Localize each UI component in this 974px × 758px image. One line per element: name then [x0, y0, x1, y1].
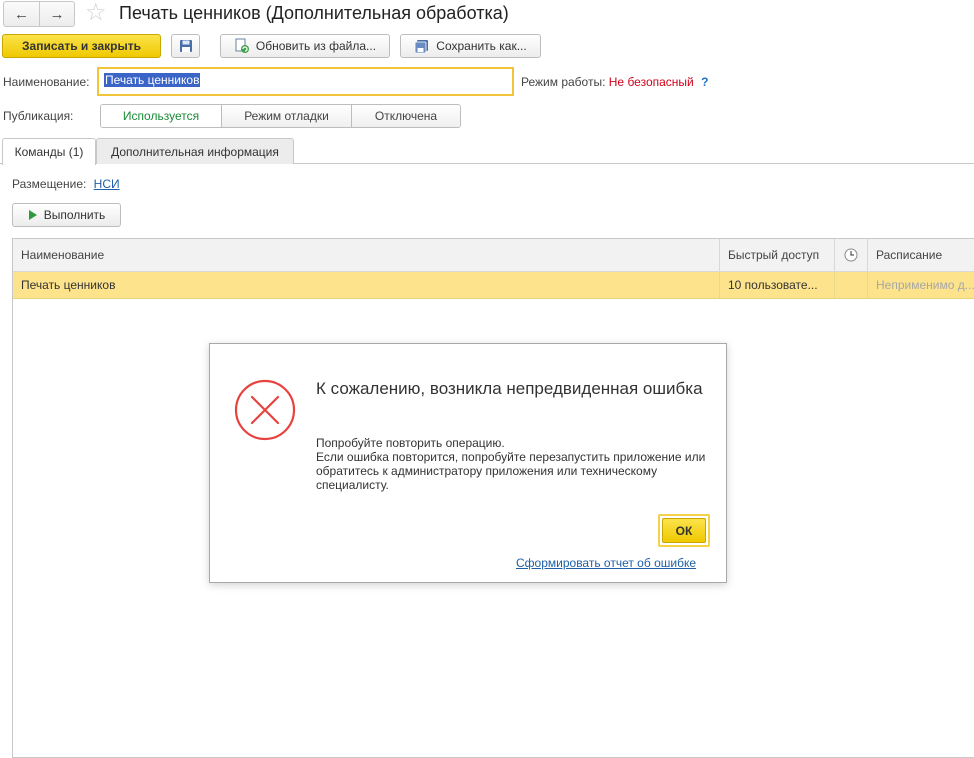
cell-clock — [835, 272, 868, 298]
cell-quick-access: 10 пользовате... — [720, 272, 835, 298]
error-x-icon — [234, 379, 296, 441]
publication-option-disabled[interactable]: Отключена — [351, 105, 460, 127]
mode-value[interactable]: Не безопасный — [609, 75, 694, 89]
star-icon[interactable]: ☆ — [85, 0, 107, 26]
name-input-value: Печать ценников — [104, 73, 201, 87]
publication-option-debug[interactable]: Режим отладки — [221, 105, 351, 127]
save-button[interactable] — [171, 34, 200, 58]
dialog-message-line1: Попробуйте повторить операцию. — [316, 436, 505, 450]
back-button[interactable]: ← — [4, 2, 39, 26]
save-as-button[interactable]: Сохранить как... — [400, 34, 541, 58]
tab-additional-info-label: Дополнительная информация — [111, 144, 279, 159]
column-header-name[interactable]: Наименование — [13, 239, 720, 271]
dialog-title: К сожалению, возникла непредвиденная оши… — [316, 379, 703, 398]
placement-line: Размещение: НСИ — [12, 176, 120, 192]
placement-link[interactable]: НСИ — [94, 177, 120, 191]
name-label: Наименование: — [3, 75, 90, 89]
mode-label: Режим работы: — [521, 75, 606, 89]
save-and-close-button[interactable]: Записать и закрыть — [2, 34, 161, 58]
dialog-message-line2: Если ошибка повторится, попробуйте перез… — [316, 450, 706, 492]
forward-button[interactable]: → — [39, 2, 74, 26]
tab-additional-info[interactable]: Дополнительная информация — [96, 138, 294, 164]
cell-schedule: Неприменимо д... — [876, 278, 974, 292]
update-from-file-label: Обновить из файла... — [255, 39, 377, 53]
placement-label: Размещение: — [12, 177, 87, 191]
dialog-message: Попробуйте повторить операцию. Если ошиб… — [316, 436, 716, 492]
column-header-schedule[interactable]: Расписание — [868, 239, 974, 271]
publication-label: Публикация: — [3, 109, 74, 123]
ok-button[interactable]: ОК — [658, 514, 710, 547]
mode-line: Режим работы: Не безопасный ? — [521, 74, 708, 90]
run-label: Выполнить — [43, 208, 106, 222]
table-row[interactable]: Печать ценников 10 пользовате... Неприме… — [13, 272, 974, 299]
help-icon[interactable]: ? — [701, 75, 708, 89]
error-dialog: К сожалению, возникла непредвиденная оши… — [209, 343, 727, 583]
publication-switch: Используется Режим отладки Отключена — [100, 104, 461, 128]
refresh-file-icon — [235, 38, 249, 53]
cell-name: Печать ценников — [13, 272, 720, 298]
tab-commands[interactable]: Команды (1) — [2, 138, 96, 165]
floppy-disk-icon — [179, 40, 192, 52]
ok-button-label: ОК — [662, 518, 706, 543]
error-report-link[interactable]: Сформировать отчет об ошибке — [516, 555, 696, 571]
column-header-clock[interactable] — [835, 239, 868, 271]
tab-commands-label: Команды (1) — [14, 145, 84, 159]
table-header: Наименование Быстрый доступ Расписание — [13, 239, 974, 272]
navigation-buttons: ← → — [3, 1, 75, 27]
arrow-right-icon: → — [49, 5, 65, 23]
save-as-icon — [414, 40, 429, 54]
column-header-quick-access[interactable]: Быстрый доступ — [720, 239, 835, 271]
save-and-close-label: Записать и закрыть — [22, 39, 141, 53]
arrow-left-icon: ← — [14, 5, 29, 23]
save-as-label: Сохранить как... — [436, 39, 527, 53]
update-from-file-button[interactable]: Обновить из файла... — [220, 34, 390, 58]
name-input[interactable]: Печать ценников — [97, 67, 514, 96]
page-title: Печать ценников (Дополнительная обработк… — [119, 3, 509, 23]
clock-icon — [844, 248, 858, 262]
run-button[interactable]: Выполнить — [12, 203, 121, 227]
publication-option-used[interactable]: Используется — [101, 105, 221, 127]
play-icon — [28, 210, 37, 220]
